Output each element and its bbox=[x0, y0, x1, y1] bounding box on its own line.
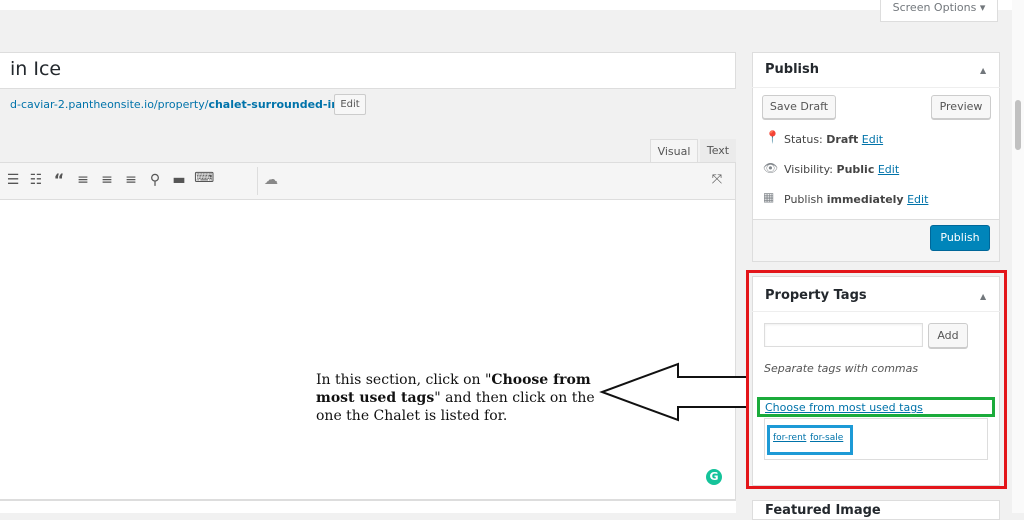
link-icon[interactable]: ⚲ bbox=[146, 172, 164, 188]
align-right-icon[interactable]: ≡ bbox=[122, 172, 140, 188]
schedule-row: Publish immediately Edit bbox=[784, 193, 928, 206]
toolbar-toggle-icon[interactable]: ⌨ bbox=[194, 170, 214, 186]
schedule-label: Publish bbox=[784, 193, 824, 206]
status-value: Draft bbox=[826, 133, 859, 146]
grammarly-icon[interactable]: G bbox=[706, 469, 722, 485]
tab-visual[interactable]: Visual bbox=[650, 139, 698, 163]
highlight-green-box bbox=[757, 397, 995, 417]
schedule-value: immediately bbox=[826, 193, 904, 206]
visibility-label: Visibility: bbox=[784, 163, 834, 176]
annotation-text: In this section, click on "Choose from m… bbox=[316, 371, 596, 425]
fullscreen-icon[interactable]: ⤧ bbox=[708, 172, 726, 188]
screen-options-button[interactable]: Screen Options ▾ bbox=[880, 0, 998, 22]
featured-image-title[interactable]: Featured Image bbox=[765, 503, 881, 518]
collapse-arrow-icon[interactable]: ▲ bbox=[980, 66, 986, 75]
screen-options-label: Screen Options ▾ bbox=[892, 1, 986, 14]
tab-text[interactable]: Text bbox=[700, 139, 736, 163]
eye-icon: 👁 bbox=[763, 161, 779, 175]
editor-content-area[interactable] bbox=[0, 200, 736, 500]
blockquote-icon[interactable]: “ bbox=[50, 172, 68, 188]
visibility-edit-link[interactable]: Edit bbox=[878, 163, 899, 176]
read-more-icon[interactable]: ▬ bbox=[170, 172, 188, 188]
pin-icon: 📍 bbox=[765, 130, 780, 144]
save-draft-button[interactable]: Save Draft bbox=[762, 95, 836, 119]
numbered-list-icon[interactable]: ☷ bbox=[27, 172, 45, 188]
status-edit-link[interactable]: Edit bbox=[862, 133, 883, 146]
calendar-icon: ▦ bbox=[763, 190, 775, 204]
toolbar-separator bbox=[257, 167, 258, 195]
schedule-edit-link[interactable]: Edit bbox=[907, 193, 928, 206]
scrollbar[interactable] bbox=[1012, 0, 1024, 513]
permalink-edit-button[interactable]: Edit bbox=[334, 94, 366, 115]
annotation-text-1: In this section, click on " bbox=[316, 372, 492, 388]
permalink[interactable]: d-caviar-2.pantheonsite.io/property/chal… bbox=[10, 98, 365, 111]
permalink-prefix[interactable]: d-caviar-2.pantheonsite.io/property/ bbox=[10, 98, 208, 111]
status-row: Status: Draft Edit bbox=[784, 133, 883, 146]
publish-button[interactable]: Publish bbox=[930, 225, 990, 251]
visibility-value: Public bbox=[836, 163, 875, 176]
scrollbar-thumb[interactable] bbox=[1015, 100, 1021, 150]
cloud-icon[interactable]: ☁ bbox=[262, 172, 280, 188]
preview-button[interactable]: Preview bbox=[931, 95, 991, 119]
publish-box-title: Publish bbox=[765, 62, 819, 77]
top-strip bbox=[0, 0, 1024, 10]
visibility-row: Visibility: Public Edit bbox=[784, 163, 899, 176]
bullet-list-icon[interactable]: ☰ bbox=[4, 172, 22, 188]
highlight-blue-box bbox=[767, 425, 853, 455]
align-left-icon[interactable]: ≡ bbox=[74, 172, 92, 188]
align-center-icon[interactable]: ≡ bbox=[98, 172, 116, 188]
highlight-red-box bbox=[746, 270, 1007, 489]
status-label: Status: bbox=[784, 133, 823, 146]
editor-status-bar bbox=[0, 500, 736, 513]
post-title-text[interactable]: in Ice bbox=[10, 58, 61, 80]
annotation-arrow-icon bbox=[599, 362, 749, 422]
post-title-field[interactable] bbox=[0, 52, 736, 89]
